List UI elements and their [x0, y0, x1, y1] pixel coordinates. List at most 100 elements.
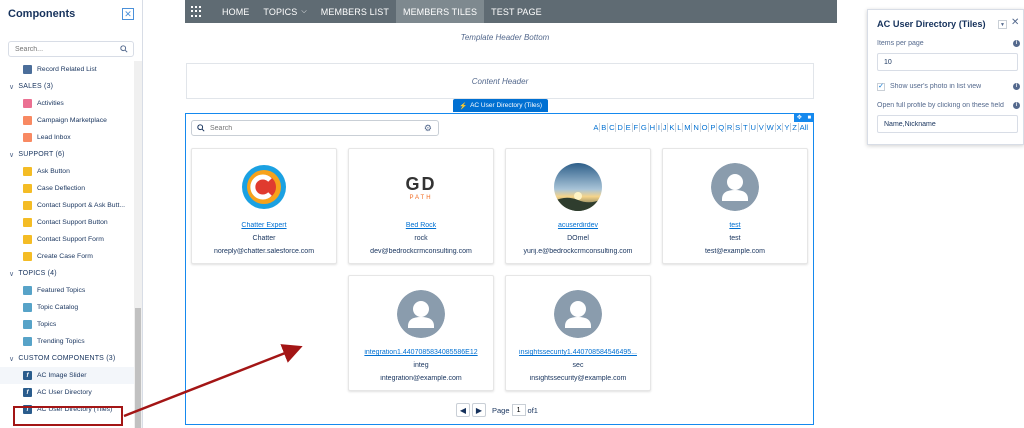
alphabet-letter-b[interactable]: B	[599, 123, 607, 132]
user-tile[interactable]: Chatter Expert Chatter noreply@chatter.sal…	[191, 148, 337, 264]
component-item-label: Contact Support Form	[37, 236, 104, 243]
alphabet-letter-a[interactable]: A	[593, 123, 600, 132]
component-item[interactable]: Create Case Form	[0, 248, 134, 265]
user-tile[interactable]: test test test@example.com	[662, 148, 808, 264]
component-item[interactable]: Ask Button	[0, 163, 134, 180]
section-header[interactable]: ∨ SALES (3)	[0, 78, 134, 95]
user-name-link[interactable]: integration1.4407085834085586E12	[351, 349, 491, 356]
alphabet-letter-o[interactable]: O	[699, 123, 709, 132]
user-name-link[interactable]: Bed Rock	[351, 222, 491, 229]
scrollbar-thumb[interactable]	[135, 308, 141, 428]
alphabet-letter-w[interactable]: W	[764, 123, 775, 132]
section-header[interactable]: ∨ SUPPORT (6)	[0, 146, 134, 163]
component-item[interactable]: f AC User Directory	[0, 384, 134, 401]
user-photo[interactable]	[554, 163, 602, 211]
user-tile[interactable]: integration1.4407085834085586E12 integ int…	[348, 275, 494, 391]
content-header[interactable]: Content Header	[186, 63, 814, 99]
catalog-icon	[23, 303, 32, 312]
user-photo[interactable]: GD PATH	[397, 163, 445, 211]
close-icon[interactable]: ✕	[1011, 17, 1019, 28]
directory-search-box[interactable]: ⚙	[191, 120, 439, 136]
alphabet-letter-n[interactable]: N	[691, 123, 699, 132]
section-header[interactable]: ∨ TOPICS (4)	[0, 265, 134, 282]
info-icon[interactable]: i	[1013, 102, 1020, 109]
next-page-button[interactable]: ▶	[472, 403, 486, 417]
user-email: yurij.e@bedrockcrmconsulting.com	[523, 248, 633, 255]
component-item[interactable]: Topics	[0, 316, 134, 333]
alphabet-letter-x[interactable]: X	[774, 123, 783, 132]
alphabet-letter-q[interactable]: Q	[716, 123, 725, 132]
chevron-down-icon: ⌵	[301, 7, 307, 15]
gear-icon[interactable]: ⚙	[424, 123, 432, 134]
app-launcher-icon[interactable]	[191, 5, 203, 18]
component-item[interactable]: Topic Catalog	[0, 299, 134, 316]
user-photo[interactable]	[240, 163, 288, 211]
close-icon[interactable]: ✕	[122, 8, 134, 20]
nav-members-tiles[interactable]: MEMBERS TILES	[395, 0, 485, 23]
alphabet-letter-s[interactable]: S	[733, 123, 741, 132]
component-item[interactable]: Activities	[0, 95, 134, 112]
component-item[interactable]: f AC Image Slider	[0, 367, 134, 384]
dropdown-icon[interactable]: ▼	[998, 20, 1007, 29]
alphabet-letter-j[interactable]: J	[660, 123, 668, 132]
alphabet-letter-t[interactable]: T	[741, 123, 748, 132]
nav-members-list[interactable]: MEMBERS LIST	[314, 0, 396, 23]
component-search-input[interactable]	[9, 42, 133, 56]
page-number-input[interactable]	[511, 404, 526, 416]
section-header[interactable]: ∨ CUSTOM COMPONENTS (3)	[0, 350, 134, 367]
alphabet-letter-all[interactable]: All	[797, 123, 809, 132]
delete-icon[interactable]: ■	[808, 115, 812, 121]
user-tile[interactable]: GD PATH Bed Rock rock dev@bedrockcrmconsulti…	[348, 148, 494, 264]
user-name-link[interactable]: insightssecurity1.440708584546495...	[508, 349, 648, 356]
alphabet-letter-y[interactable]: Y	[782, 123, 790, 132]
alphabet-letter-h[interactable]: H	[647, 123, 656, 132]
user-tile[interactable]: acuserdirdev DOmel yurij.e@bedrockcrmconsu…	[505, 148, 651, 264]
alphabet-letter-z[interactable]: Z	[790, 123, 797, 132]
user-name-link[interactable]: Chatter Expert	[194, 222, 334, 229]
info-icon[interactable]: i	[1013, 83, 1020, 90]
previous-page-button[interactable]: ◀	[456, 403, 470, 417]
alphabet-letter-d[interactable]: D	[615, 123, 623, 132]
alphabet-letter-p[interactable]: P	[708, 123, 716, 132]
info-icon[interactable]: i	[1013, 40, 1020, 47]
alphabet-letter-k[interactable]: K	[667, 123, 675, 132]
user-name-link[interactable]: acuserdirdev	[508, 222, 648, 229]
alphabet-letter-g[interactable]: G	[639, 123, 648, 132]
user-tile[interactable]: insightssecurity1.440708584546495... sec i…	[505, 275, 651, 391]
user-directory-component[interactable]: ✥ ■ ⚙ ABCDEFGHIJKLMNOPQRSTUVWXYZAll Chat…	[185, 113, 814, 425]
template-header: Template Header Bottom	[460, 33, 550, 42]
nav-test-page[interactable]: TEST PAGE	[484, 0, 549, 23]
user-avatar-icon[interactable]	[397, 290, 445, 338]
topic-icon	[23, 320, 32, 329]
component-item[interactable]: Campaign Marketplace	[0, 112, 134, 129]
alphabet-letter-l[interactable]: L	[675, 123, 682, 132]
open-profile-fields-input[interactable]	[877, 115, 1018, 133]
component-tab[interactable]: ⚡ AC User Directory (Tiles)	[453, 99, 549, 112]
user-name-link[interactable]: test	[665, 222, 805, 229]
alphabet-letter-r[interactable]: R	[725, 123, 733, 132]
alphabet-letter-u[interactable]: U	[748, 123, 757, 132]
nav-home[interactable]: HOME	[215, 0, 256, 23]
component-search-box[interactable]	[8, 41, 134, 57]
directory-search-input[interactable]	[192, 121, 392, 135]
items-per-page-input[interactable]	[877, 53, 1018, 71]
alphabet-letter-v[interactable]: V	[756, 123, 765, 132]
alphabet-letter-e[interactable]: E	[623, 123, 632, 132]
user-avatar-icon[interactable]	[554, 290, 602, 338]
alphabet-letter-c[interactable]: C	[607, 123, 615, 132]
component-item[interactable]: Contact Support Form	[0, 231, 134, 248]
component-item[interactable]: Record Related List	[0, 61, 134, 78]
move-icon[interactable]: ✥	[797, 114, 802, 121]
component-item[interactable]: Trending Topics	[0, 333, 134, 350]
component-item[interactable]: Lead Inbox	[0, 129, 134, 146]
show-photo-checkbox[interactable]: ✓	[877, 83, 885, 91]
alphabet-letter-f[interactable]: F	[631, 123, 639, 132]
user-avatar-icon[interactable]	[711, 163, 759, 211]
component-item[interactable]: Contact Support & Ask Butt...	[0, 197, 134, 214]
component-item[interactable]: Case Deflection	[0, 180, 134, 197]
alphabet-letter-m[interactable]: M	[682, 123, 691, 132]
component-item-label: Trending Topics	[37, 338, 85, 345]
component-item[interactable]: Featured Topics	[0, 282, 134, 299]
nav-topics[interactable]: TOPICS ⌵	[256, 0, 313, 23]
component-item[interactable]: Contact Support Button	[0, 214, 134, 231]
